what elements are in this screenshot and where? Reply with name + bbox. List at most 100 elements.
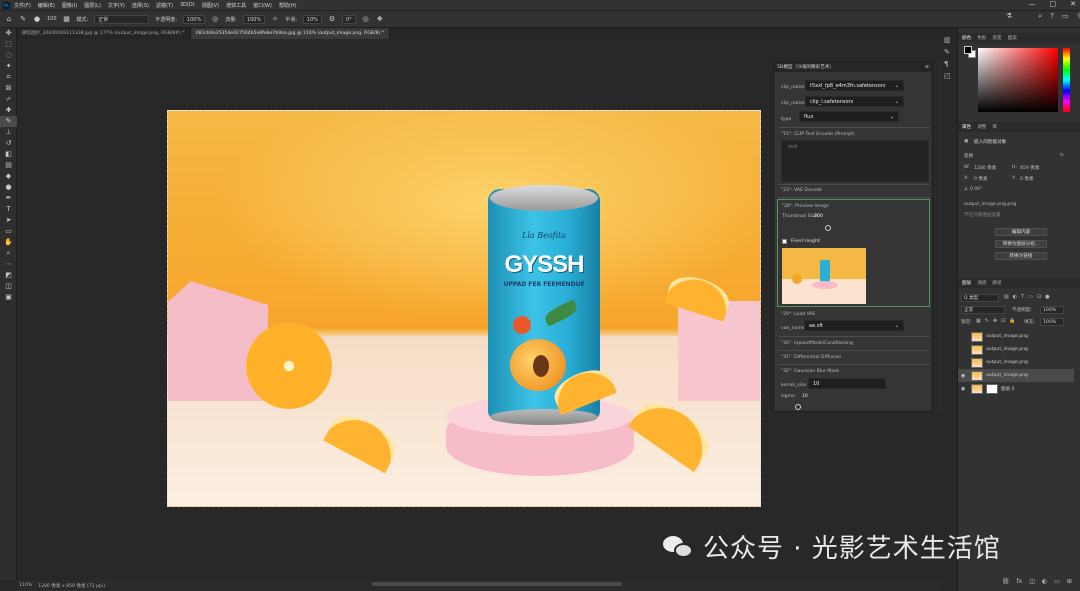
tab-patterns[interactable]: 图案 [1008,35,1017,41]
share-arrow-icon[interactable]: ⇪ [1077,12,1080,21]
node-vae-decode[interactable]: "23": VAE Decode [781,188,822,193]
layer-row[interactable]: output_image.png [958,356,1074,369]
share-icon[interactable]: ⚗ [1006,12,1012,21]
lock-artboard-icon[interactable]: ⊡ [1001,318,1005,324]
hue-slider[interactable] [1063,48,1070,112]
screen-mode-icon[interactable]: ▣ [0,292,17,303]
node-preview-image[interactable]: "28": Preview Image Thumbnail Size: 200 … [777,199,930,307]
minimize-button[interactable]: — [1029,0,1036,10]
close-button[interactable]: ✕ [1070,0,1076,10]
sigma-value[interactable]: 10 [802,394,808,399]
brush-size-value[interactable]: 100 [47,16,57,22]
crop-tool-icon[interactable]: ⌗ [0,72,17,83]
hand-tool-icon[interactable]: ✋ [0,237,17,248]
node-load-vae[interactable]: "29": Load VAE [781,312,815,317]
slider-handle[interactable] [825,225,831,231]
lasso-tool-icon[interactable]: ◌ [0,50,17,61]
lock-all-icon[interactable]: 🔒 [1009,318,1015,324]
menu-plugins[interactable]: 增效工具 [226,2,246,9]
pressure-opacity-icon[interactable]: ◎ [211,15,219,23]
home-icon[interactable]: ⌂ [5,15,13,23]
tab-document-2[interactable]: 081cb9a3535de427504b5e8febe7b9aa.jpg @ 1… [190,28,391,39]
path-select-icon[interactable]: ➤ [0,215,17,226]
layer-row[interactable]: output_image.png [958,330,1074,343]
smooth-input[interactable]: 10% [302,14,323,24]
brush-icon[interactable]: ✎ [0,116,17,127]
menu-type[interactable]: 文字(Y) [108,2,125,9]
type-select[interactable]: flux ⌄ [799,111,899,122]
history-panel-icon[interactable]: ▥ [944,36,956,44]
filter-pixel-icon[interactable]: ▨ [1004,294,1009,300]
menu-view[interactable]: 视图(V) [202,2,219,9]
angle-value[interactable]: 0.00° [970,187,983,192]
menu-window[interactable]: 窗口(W) [253,2,272,9]
workspace-icon[interactable]: ▭ [1062,12,1069,21]
thumbnail-size-value[interactable]: 200 [814,214,823,219]
eye-icon[interactable]: ◉ [961,386,968,392]
node-differential-diffusion[interactable]: "31": Differential Diffusion [781,355,841,360]
layer-mask-thumbnail[interactable] [986,383,998,394]
filter-toggle-icon[interactable]: ● [1045,294,1049,300]
link-layers-icon[interactable]: ⛓ [1002,578,1010,585]
history-brush-icon[interactable]: ↺ [0,138,17,149]
gradient-tool-icon[interactable]: ▤ [0,160,17,171]
eraser-icon[interactable]: ◧ [0,149,17,160]
vae-name-select[interactable]: ae.sft ⌄ [804,320,904,331]
brush-tool-icon[interactable]: ✎ [19,15,27,23]
clip-name1-select[interactable]: t5xxl_fp8_e4m3fn.safetensors ⌄ [805,80,904,91]
new-layer-icon[interactable]: ⊞ [1067,578,1072,585]
convert-to-linked-button[interactable]: 转换为链接 [995,252,1047,260]
angle-input[interactable]: 0° [342,14,356,24]
filter-type-icon[interactable]: T [1021,294,1024,300]
filter-smart-icon[interactable]: ⊡ [1037,294,1041,300]
dodge-tool-icon[interactable]: ● [0,182,17,193]
reset-icon[interactable]: ↻ [1060,153,1064,158]
healing-brush-icon[interactable]: ✚ [0,105,17,116]
layer-row-selected[interactable]: ◉ output_image.png [958,369,1074,382]
foreground-color-swatch[interactable] [964,46,972,54]
layer-kind-filter[interactable]: Q 类型 [961,294,999,302]
document-info[interactable]: 1280 像素 x 859 像素 (72 ppi) [38,583,105,589]
flow-input[interactable]: 100% [242,14,266,24]
menu-layer[interactable]: 图层(L) [84,2,101,9]
symmetry-icon[interactable]: ❖ [376,15,384,23]
fx-icon[interactable]: fx [1017,578,1023,585]
menu-edit[interactable]: 编辑(E) [38,2,55,9]
help-icon[interactable]: ? [1050,12,1054,21]
color-swatches-icon[interactable]: ◩ [0,270,17,281]
frame-tool-icon[interactable]: ⊠ [0,83,17,94]
tab-color[interactable]: 颜色 [962,35,971,41]
sigma-slider-handle[interactable] [795,404,801,410]
lock-move-icon[interactable]: ✥ [993,318,997,324]
h-value[interactable]: 859 像素 [1020,165,1039,171]
search-icon[interactable]: ⌕ [1038,12,1042,21]
eyedropper-icon[interactable]: ⌿ [0,94,17,105]
quick-mask-icon[interactable]: ◫ [0,281,17,292]
horizontal-scrollbar[interactable] [372,582,622,586]
menu-filter[interactable]: 滤镜(T) [156,2,173,9]
type-tool-icon[interactable]: T [0,204,17,215]
quick-select-icon[interactable]: ✦ [0,61,17,72]
comfy-scrollbar[interactable] [934,62,941,412]
node-inpaint-conditioning[interactable]: "30": InpaintModelConditioning [781,341,853,346]
filter-shape-icon[interactable]: ▭ [1028,294,1033,300]
kernel-size-input[interactable]: 10 [808,378,886,389]
tab-gradients[interactable]: 渐变 [992,35,1001,41]
x-value[interactable]: 0 像素 [974,176,988,182]
y-value[interactable]: 0 像素 [1020,176,1034,182]
lock-paint-icon[interactable]: ✎ [985,318,989,324]
menu-help[interactable]: 帮助(H) [279,2,297,9]
layer-opacity-input[interactable]: 100% [1040,306,1064,314]
tab-properties[interactable]: 属性 [962,124,971,130]
lock-pixels-icon[interactable]: ▦ [976,318,981,324]
navigator-panel-icon[interactable]: ◰ [944,72,956,80]
tab-channels[interactable]: 通道 [977,280,986,286]
stamp-tool-icon[interactable]: ⊥ [0,127,17,138]
pressure-size-icon[interactable]: ◎ [362,15,370,23]
menu-3d[interactable]: 3D(D) [180,2,195,8]
filter-adjust-icon[interactable]: ◐ [1013,294,1017,300]
more-tools-icon[interactable]: ⋯ [0,259,17,270]
fixed-height-checkbox[interactable] [782,239,787,244]
canvas-image[interactable]: Lla Beofita GYSSH UPPAD FER FEEMENDUE [167,110,761,507]
brush-panel-icon[interactable]: ✎ [944,48,956,56]
